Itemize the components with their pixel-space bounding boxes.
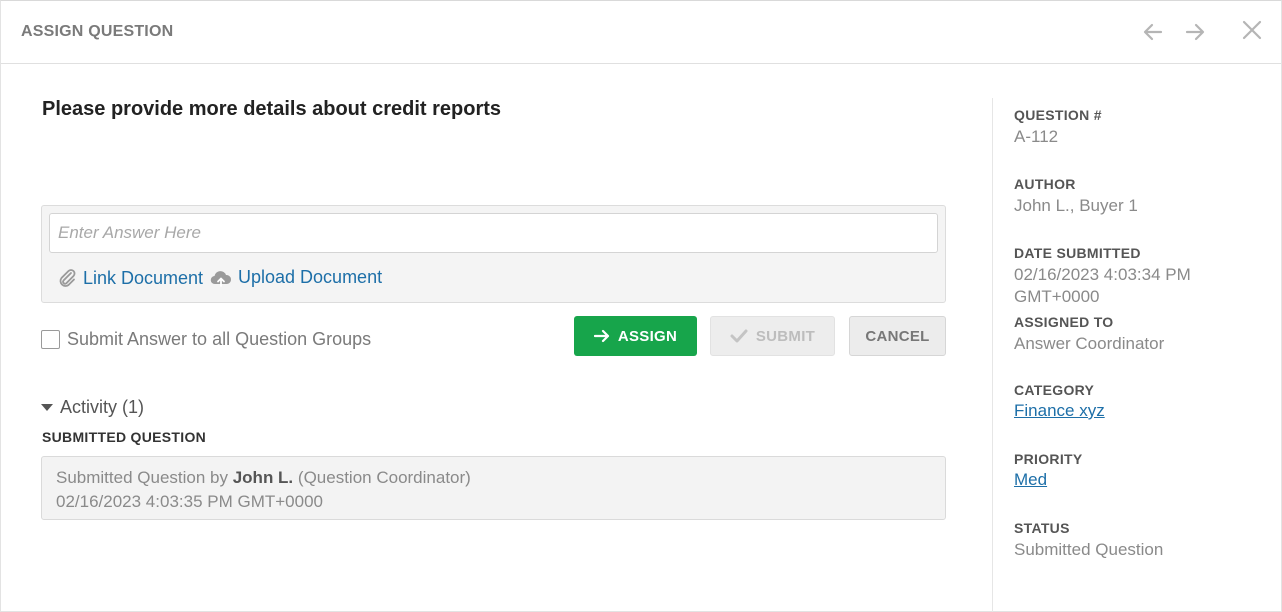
cancel-button-label: CANCEL bbox=[865, 327, 930, 345]
submit-button[interactable]: SUBMIT bbox=[710, 316, 835, 356]
submit-button-label: SUBMIT bbox=[755, 327, 816, 345]
priority-field: PRIORITY Med bbox=[1014, 451, 1083, 490]
question-number-value: A-112 bbox=[1014, 127, 1059, 146]
date-submitted-value: 02/16/2023 4:03:34 PM GMT+0000 bbox=[1014, 264, 1191, 308]
checkmark-icon bbox=[730, 329, 748, 343]
activity-section-heading: SUBMITTED QUESTION bbox=[42, 429, 207, 445]
caret-down-icon bbox=[41, 404, 53, 411]
details-divider bbox=[992, 98, 993, 612]
arrow-left-icon[interactable] bbox=[1140, 19, 1166, 45]
answer-box: Link Document Upload Document bbox=[41, 205, 946, 303]
activity-entry-prefix: Submitted Question by bbox=[56, 468, 228, 487]
status-label: STATUS bbox=[1014, 520, 1070, 536]
priority-link[interactable]: Med bbox=[1014, 470, 1047, 490]
upload-document-button[interactable]: Upload Document bbox=[210, 267, 382, 288]
date-submitted-line2: GMT+0000 bbox=[1014, 287, 1100, 306]
status-value: Submitted Question bbox=[1014, 540, 1164, 559]
upload-document-label: Upload Document bbox=[238, 267, 383, 287]
link-document-button[interactable]: Link Document bbox=[57, 267, 203, 289]
cloud-upload-icon bbox=[210, 270, 232, 287]
activity-toggle-label: Activity (1) bbox=[60, 397, 145, 417]
activity-entry-role: (Question Coordinator) bbox=[297, 468, 471, 487]
category-field: CATEGORY Finance xyz bbox=[1014, 382, 1105, 421]
category-label: CATEGORY bbox=[1014, 382, 1095, 398]
submit-all-groups-option[interactable]: Submit Answer to all Question Groups bbox=[41, 329, 371, 350]
arrow-right-icon bbox=[593, 329, 609, 343]
author-label: AUTHOR bbox=[1014, 176, 1076, 192]
activity-entry: Submitted Question by John L. (Question … bbox=[41, 456, 946, 520]
answer-input[interactable] bbox=[49, 213, 938, 253]
close-icon[interactable] bbox=[1239, 17, 1265, 43]
question-number-field: QUESTION # A-112 bbox=[1014, 107, 1102, 148]
question-number-label: QUESTION # bbox=[1014, 107, 1102, 123]
date-submitted-line1: 02/16/2023 4:03:34 PM bbox=[1014, 265, 1191, 284]
date-submitted-field: DATE SUBMITTED 02/16/2023 4:03:34 PM GMT… bbox=[1014, 245, 1191, 308]
assigned-to-field: ASSIGNED TO Answer Coordinator bbox=[1014, 314, 1164, 355]
assigned-to-label: ASSIGNED TO bbox=[1014, 314, 1114, 330]
paperclip-icon bbox=[59, 269, 76, 287]
author-field: AUTHOR John L., Buyer 1 bbox=[1014, 176, 1138, 217]
assign-question-modal: ASSIGN QUESTION Please provide more deta… bbox=[0, 0, 1282, 612]
submit-all-groups-label: Submit Answer to all Question Groups bbox=[67, 329, 372, 349]
assign-button[interactable]: ASSIGN bbox=[574, 316, 697, 356]
link-document-label: Link Document bbox=[83, 267, 204, 288]
assigned-to-value: Answer Coordinator bbox=[1014, 334, 1165, 353]
author-value: John L., Buyer 1 bbox=[1014, 196, 1138, 215]
priority-label: PRIORITY bbox=[1014, 451, 1083, 467]
status-field: STATUS Submitted Question bbox=[1014, 520, 1163, 561]
activity-entry-text: Submitted Question by John L. (Question … bbox=[56, 466, 931, 490]
category-link[interactable]: Finance xyz bbox=[1014, 401, 1105, 421]
modal-header: ASSIGN QUESTION bbox=[1, 1, 1281, 64]
activity-entry-author: John L. bbox=[232, 468, 294, 487]
activity-entry-timestamp: 02/16/2023 4:03:35 PM GMT+0000 bbox=[56, 492, 323, 511]
modal-title: ASSIGN QUESTION bbox=[21, 23, 174, 40]
assign-button-label: ASSIGN bbox=[617, 327, 678, 345]
arrow-right-icon[interactable] bbox=[1182, 19, 1208, 45]
cancel-button[interactable]: CANCEL bbox=[849, 316, 946, 356]
submit-all-groups-checkbox[interactable] bbox=[41, 330, 60, 349]
activity-toggle[interactable]: Activity (1) bbox=[41, 397, 144, 418]
question-title: Please provide more details about credit… bbox=[42, 98, 502, 120]
date-submitted-label: DATE SUBMITTED bbox=[1014, 245, 1141, 261]
